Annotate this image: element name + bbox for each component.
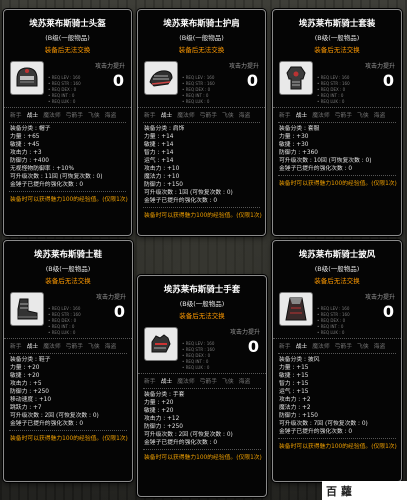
- attack-increase-value: 0: [112, 71, 124, 90]
- requirements: • REQ LEV : 160 • REQ STR : 160 • REQ DEX …: [182, 75, 215, 104]
- item-rank: (B级(一般物品): [45, 265, 91, 273]
- charm-exp-note: 装备时可以获得魅力100的经验值。(仅限1次): [279, 444, 397, 450]
- boots-icon: [10, 292, 44, 326]
- requirements: • REQ LEV : 160 • REQ STR : 160 • REQ DEX …: [317, 306, 350, 335]
- item-rank: (B级(一般物品): [314, 265, 360, 273]
- requirements: • REQ LEV : 160 • REQ STR : 160 • REQ DEX …: [317, 75, 350, 104]
- cape-icon: [279, 292, 313, 326]
- item-stats: 装备分类 : 肩饰 力量 : +14 敏捷 : +14 智力 : +14 运气 : +1…: [144, 126, 233, 204]
- attack-increase-value: 0: [113, 302, 125, 321]
- charm-exp-note: 装备时可以获得魅力100的经验值。(仅限1次): [279, 181, 397, 187]
- item-tooltip-shoulder: 埃苏莱布斯骑士护肩 (B级(一般物品) 装备后无法交换 • REQ LEV : …: [137, 9, 266, 236]
- item-name: 埃苏莱布斯骑士套装: [298, 19, 376, 29]
- charm-exp-note: 装备时可以获得魅力100的经验值。(仅限1次): [144, 455, 262, 461]
- attack-increase-label: 攻击力提升: [228, 63, 259, 70]
- item-tooltip-gloves: 埃苏莱布斯骑士手套 (B级(一般物品) 装备后无法交换 • REQ LEV : …: [137, 275, 267, 497]
- attack-increase-value: 0: [247, 337, 259, 356]
- attack-increase-value: 0: [382, 302, 394, 321]
- attack-increase-label: 攻击力提升: [364, 63, 395, 70]
- requirements: • REQ LEV : 160 • REQ STR : 160 • REQ DEX …: [48, 75, 81, 104]
- charm-exp-note: 装备时可以获得魅力100的经验值。(仅限1次): [10, 197, 128, 203]
- item-rank: (B级(一般物品): [179, 34, 224, 42]
- item-stats: 装备分类 : 鞋子 力量 : +20 敏捷 : +20 攻击力 : +5 防御力 : +…: [10, 357, 99, 427]
- item-rank: (B级(一般物品): [179, 300, 225, 308]
- item-name: 埃苏莱布斯骑士披风: [298, 250, 376, 260]
- charm-exp-note: 装备时可以获得魅力100的经验值。(仅限1次): [10, 436, 128, 442]
- item-tooltip-boots: 埃苏莱布斯骑士鞋 (B级(一般物品) 装备后无法交换 • REQ LEV : 1…: [3, 240, 133, 482]
- helmet-icon: [10, 61, 44, 95]
- requirements: • REQ LEV : 160 • REQ STR : 160 • REQ DEX …: [182, 341, 215, 370]
- item-trade-note: 装备后无法交换: [44, 46, 91, 54]
- requirements: • REQ LEV : 160 • REQ STR : 160 • REQ DEX …: [48, 306, 81, 335]
- item-rank: (B级(一般物品): [314, 34, 360, 42]
- item-trade-note: 装备后无法交换: [178, 46, 225, 54]
- item-tooltip-helmet: 埃苏莱布斯骑士头盔 (B级(一般物品) 装备后无法交换 • REQ LEV : …: [3, 9, 132, 236]
- charm-exp-note: 装备时可以获得魅力100的经验值。(仅限1次): [144, 213, 262, 219]
- attack-increase-label: 攻击力提升: [229, 329, 260, 336]
- attack-increase-value: 0: [382, 71, 394, 90]
- item-tooltip-suit: 埃苏莱布斯骑士套装 (B级(一般物品) 装备后无法交换 • REQ LEV : …: [272, 9, 402, 236]
- item-stats: 装备分类 : 套服 力量 : +30 敏捷 : +30 防御力 : +360 可升级次数…: [279, 126, 372, 172]
- attack-increase-label: 攻击力提升: [94, 63, 125, 70]
- item-trade-note: 装备后无法交换: [314, 277, 360, 285]
- item-stats: 装备分类 : 手套 力量 : +20 敏捷 : +20 攻击力 : +12 防御力 : …: [144, 392, 233, 446]
- site-watermark: 百 蘿: [322, 481, 407, 500]
- item-name: 埃苏莱布斯骑士手套: [163, 285, 241, 295]
- item-stats: 装备分类 : 披风 力量 : +15 敏捷 : +15 智力 : +15 运气 : +1…: [279, 357, 368, 435]
- shoulder-icon: [144, 61, 178, 95]
- attack-increase-label: 攻击力提升: [95, 294, 126, 301]
- item-stats: 装备分类 : 帽子 力量 : +65 敏捷 : +45 攻击力 : +3 防御力 : +…: [10, 126, 103, 188]
- item-rank: (B级(一般物品): [45, 34, 90, 42]
- item-name: 埃苏莱布斯骑士头盔: [29, 19, 106, 29]
- item-trade-note: 装备后无法交换: [314, 46, 360, 54]
- armor-suit-icon: [279, 61, 313, 95]
- item-name: 埃苏莱布斯骑士鞋: [33, 250, 102, 260]
- attack-increase-label: 攻击力提升: [364, 294, 395, 301]
- item-name: 埃苏莱布斯骑士护肩: [163, 19, 240, 29]
- item-trade-note: 装备后无法交换: [45, 277, 91, 285]
- attack-increase-value: 0: [246, 71, 258, 90]
- item-tooltip-cape: 埃苏莱布斯骑士披风 (B级(一般物品) 装备后无法交换 • REQ LEV : …: [272, 240, 402, 482]
- item-trade-note: 装备后无法交换: [179, 312, 225, 320]
- gloves-icon: [144, 327, 178, 361]
